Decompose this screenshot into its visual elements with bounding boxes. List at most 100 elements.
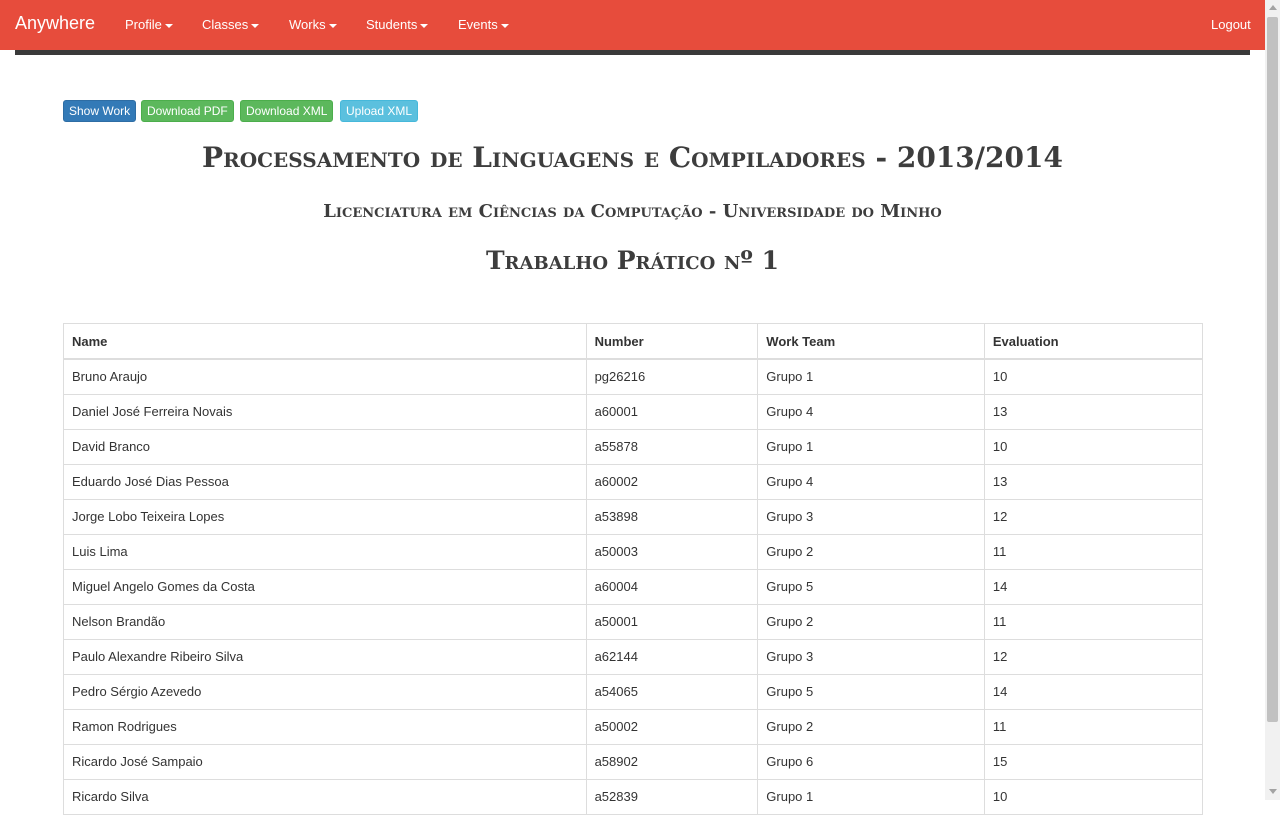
cell-number: a60002: [586, 464, 759, 500]
nav-label: Events: [458, 17, 498, 32]
degree-subtitle: Licenciatura em Ciências da Computação -…: [323, 201, 942, 222]
nav-label: Profile: [125, 17, 162, 32]
caret-down-icon: [500, 23, 509, 28]
column-header-number: Number: [586, 324, 759, 360]
nav-label: Students: [366, 17, 418, 32]
nav-classes-dropdown[interactable]: Classes: [202, 17, 260, 32]
students-table: Name Number Work Team Evaluation Bruno A…: [63, 323, 1203, 815]
caret-down-icon: [164, 23, 173, 28]
table-row: Luis Lima a50003 Grupo 2 11: [64, 534, 1202, 570]
cell-name: Luis Lima: [64, 534, 587, 570]
brand-link[interactable]: Anywhere: [15, 13, 95, 34]
table-row: Paulo Alexandre Ribeiro Silva a62144 Grupo…: [64, 639, 1202, 675]
top-navbar: Anywhere Profile Classes Works Students …: [0, 0, 1265, 50]
cell-work-team: Grupo 1: [757, 359, 985, 395]
cell-name: David Branco: [64, 429, 587, 465]
cell-name: Ricardo Silva: [64, 779, 587, 815]
cell-work-team: Grupo 5: [757, 674, 985, 710]
cell-name: Ricardo José Sampaio: [64, 744, 587, 780]
course-title: Processamento de Linguagens e Compilador…: [202, 141, 1063, 174]
cell-work-team: Grupo 4: [757, 394, 985, 430]
table-row: David Branco a55878 Grupo 1 10: [64, 429, 1202, 465]
cell-evaluation: 12: [984, 639, 1202, 675]
cell-name: Daniel José Ferreira Novais: [64, 394, 587, 430]
assignment-title: Trabalho Prático nº 1: [485, 246, 780, 275]
download-pdf-button[interactable]: Download PDF: [141, 100, 234, 122]
caret-down-icon: [328, 23, 337, 28]
cell-evaluation: 10: [984, 779, 1202, 815]
cell-number: a50003: [586, 534, 759, 570]
table-row: Daniel José Ferreira Novais a60001 Grupo 4…: [64, 394, 1202, 430]
cell-name: Bruno Araujo: [64, 359, 587, 395]
cell-evaluation: 10: [984, 429, 1202, 465]
cell-evaluation: 14: [984, 569, 1202, 605]
scrollbar-thumb[interactable]: [1267, 17, 1278, 722]
download-xml-button[interactable]: Download XML: [240, 100, 334, 122]
cell-work-team: Grupo 5: [757, 569, 985, 605]
cell-name: Jorge Lobo Teixeira Lopes: [64, 499, 587, 535]
navbar-divider: [15, 50, 1250, 55]
nav-events-dropdown[interactable]: Events: [458, 17, 509, 32]
column-header-evaluation: Evaluation: [984, 324, 1202, 360]
cell-work-team: Grupo 2: [757, 709, 985, 745]
cell-evaluation: 11: [984, 709, 1202, 745]
cell-evaluation: 13: [984, 394, 1202, 430]
cell-number: a58902: [586, 744, 759, 780]
cell-evaluation: 15: [984, 744, 1202, 780]
cell-work-team: Grupo 3: [757, 639, 985, 675]
table-row: Miguel Angelo Gomes da Costa a60004 Grupo …: [64, 569, 1202, 605]
cell-number: pg26216: [586, 359, 759, 395]
scroll-down-icon[interactable]: [1269, 789, 1277, 794]
logout-link[interactable]: Logout: [1211, 17, 1251, 32]
cell-work-team: Grupo 2: [757, 604, 985, 640]
cell-name: Pedro Sérgio Azevedo: [64, 674, 587, 710]
nav-label: Classes: [202, 17, 249, 32]
nav-students-dropdown[interactable]: Students: [366, 17, 429, 32]
cell-number: a50002: [586, 709, 759, 745]
upload-xml-button[interactable]: Upload XML: [340, 100, 419, 122]
table-row: Ramon Rodrigues a50002 Grupo 2 11: [64, 709, 1202, 745]
table-row: Bruno Araujo pg26216 Grupo 1 10: [64, 359, 1202, 395]
cell-number: a52839: [586, 779, 759, 815]
table-row: Jorge Lobo Teixeira Lopes a53898 Grupo 3 12: [64, 499, 1202, 535]
table-row: Eduardo José Dias Pessoa a60002 Grupo 4 13: [64, 464, 1202, 500]
cell-name: Nelson Brandão: [64, 604, 587, 640]
show-work-button[interactable]: Show Work: [63, 100, 137, 122]
cell-number: a62144: [586, 639, 759, 675]
cell-number: a54065: [586, 674, 759, 710]
column-header-work-team: Work Team: [757, 324, 985, 360]
cell-work-team: Grupo 6: [757, 744, 985, 780]
cell-work-team: Grupo 4: [757, 464, 985, 500]
nav-profile-dropdown[interactable]: Profile: [125, 17, 173, 32]
cell-evaluation: 11: [984, 604, 1202, 640]
cell-name: Ramon Rodrigues: [64, 709, 587, 745]
cell-name: Eduardo José Dias Pessoa: [64, 464, 587, 500]
scroll-up-icon[interactable]: [1269, 5, 1277, 10]
nav-works-dropdown[interactable]: Works: [289, 17, 337, 32]
caret-down-icon: [420, 23, 429, 28]
cell-work-team: Grupo 3: [757, 499, 985, 535]
cell-work-team: Grupo 1: [757, 779, 985, 815]
cell-work-team: Grupo 2: [757, 534, 985, 570]
cell-number: a53898: [586, 499, 759, 535]
cell-evaluation: 14: [984, 674, 1202, 710]
table-row: Ricardo José Sampaio a58902 Grupo 6 15: [64, 744, 1202, 780]
table-row: Pedro Sérgio Azevedo a54065 Grupo 5 14: [64, 674, 1202, 710]
column-header-name: Name: [64, 324, 587, 360]
cell-evaluation: 11: [984, 534, 1202, 570]
cell-number: a60001: [586, 394, 759, 430]
cell-name: Miguel Angelo Gomes da Costa: [64, 569, 587, 605]
table-row: Nelson Brandão a50001 Grupo 2 11: [64, 604, 1202, 640]
cell-number: a50001: [586, 604, 759, 640]
table-row: Ricardo Silva a52839 Grupo 1 10: [64, 779, 1202, 815]
cell-number: a60004: [586, 569, 759, 605]
cell-name: Paulo Alexandre Ribeiro Silva: [64, 639, 587, 675]
cell-evaluation: 12: [984, 499, 1202, 535]
cell-work-team: Grupo 1: [757, 429, 985, 465]
caret-down-icon: [251, 23, 260, 28]
cell-evaluation: 10: [984, 359, 1202, 395]
nav-label: Works: [289, 17, 326, 32]
cell-number: a55878: [586, 429, 759, 465]
table-header-row: Name Number Work Team Evaluation: [64, 324, 1202, 360]
vertical-scrollbar[interactable]: [1265, 0, 1280, 800]
